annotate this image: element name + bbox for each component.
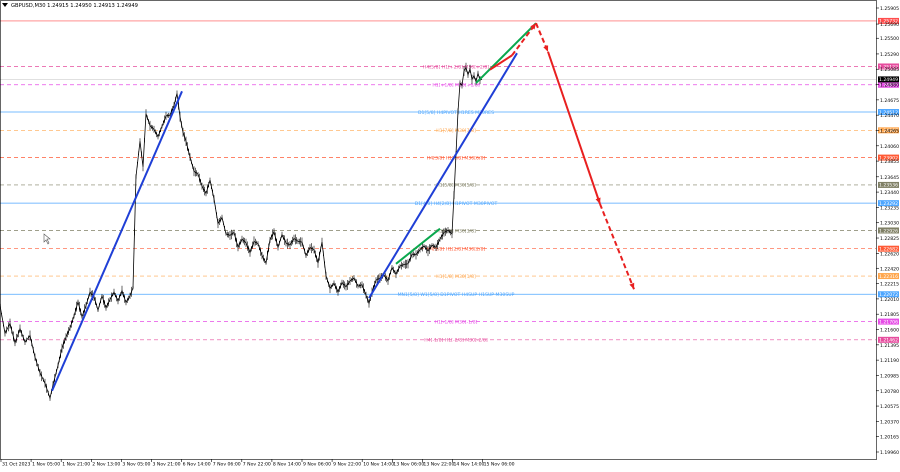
price-chart[interactable]: 1.25732H4[5/8] H1[+2/8] M30[+2/8] 1.25122… [0, 0, 900, 468]
time-tick-label: 9 Nov 06:00 [303, 462, 331, 468]
price-tick-label: 1.22215 [880, 282, 899, 288]
time-tick-label: 10 Nov 14:00 [363, 462, 394, 468]
price-tick-label: 1.20370 [880, 419, 899, 425]
level-label: H1[3/8] M30[3/8] [436, 228, 476, 234]
level-label: MN1[5/8] W1[5/8] D1PIVOT H4SUP H1SUP M30… [398, 292, 515, 298]
price-tick-label: 1.24265 [880, 128, 899, 134]
level-label: H1[+1/8] M30[+1/8] [432, 83, 480, 89]
price-tick-label: 1.21805 [880, 312, 899, 318]
time-tick-label: 31 Oct 2023 [2, 462, 30, 468]
price-tick-label: 1.25085 [880, 67, 899, 73]
price-tick-label: 1.24880 [880, 83, 899, 89]
price-tick-label: 1.22420 [880, 266, 899, 272]
price-tick-label: 1.20985 [880, 373, 899, 379]
level-price-value: 1.22926 [879, 228, 898, 234]
time-tick-label: 2 Nov 13:00 [92, 462, 120, 468]
price-tick-label: 1.25905 [880, 6, 899, 12]
time-tick-label: 7 Nov 22:00 [243, 462, 271, 468]
level-price-value: 1.23536 [879, 183, 898, 189]
price-tick-label: 1.21190 [880, 358, 899, 364]
time-tick-label: 3 Nov 21:00 [153, 462, 181, 468]
price-tick-label: 1.24675 [880, 98, 899, 104]
price-tick-label: 1.23235 [880, 205, 899, 211]
level-label: H4[-1/8] H1[-2/8] M30[-2/8] [424, 338, 488, 344]
level-price-value: 1.21462 [879, 338, 898, 344]
price-tick-label: 1.21600 [880, 328, 899, 334]
time-tick-label: 1 Nov 21:00 [62, 462, 90, 468]
time-tick-label: 8 Nov 14:00 [273, 462, 301, 468]
level-price-value: 1.22316 [879, 274, 898, 280]
time-tick-label: 9 Nov 22:00 [333, 462, 361, 468]
price-tick-label: 1.25290 [880, 52, 899, 58]
price-tick-label: 1.20780 [880, 389, 899, 395]
mt4-chart-window[interactable]: 1.25732 H4[5/8] H1[+2/8] M30[+2/8] 1.25122… [0, 0, 900, 468]
time-tick-label: 7 Nov 06:00 [213, 462, 241, 468]
time-tick-label: 15 Nov 06:00 [484, 462, 515, 468]
current-price-value: 1.24949 [879, 77, 898, 83]
time-tick-label: 6 Nov 14:00 [183, 462, 211, 468]
price-tick-label: 1.24060 [880, 144, 899, 150]
price-tick-label: 1.20575 [880, 404, 899, 410]
time-tick-label: 13 Nov 06:00 [393, 462, 424, 468]
price-tick-label: 1.24470 [880, 113, 899, 119]
price-tick-label: 1.25500 [880, 36, 899, 42]
level-price-value: 1.21706 [879, 319, 898, 325]
price-tick-label: 1.25690 [880, 22, 899, 28]
price-tick-label: 1.23855 [880, 159, 899, 165]
level-label: H1[-1/8] M30[-1/8] [435, 319, 478, 325]
time-tick-label: 13 Nov 22:00 [423, 462, 454, 468]
price-tick-label: 1.22620 [880, 251, 899, 257]
level-label: H1[1/8] M30[1/8] [436, 274, 476, 280]
price-tick-label: 1.23030 [880, 221, 899, 227]
price-tick-label: 1.21395 [880, 343, 899, 349]
price-tick-label: 1.19960 [880, 450, 899, 456]
time-tick-label: 3 Nov 05:00 [122, 462, 150, 468]
level-label: H4[5/8] H1[+2/8] M30[+2/8] [423, 64, 489, 70]
price-tick-label: 1.22010 [880, 297, 899, 303]
price-tick-label: 1.20165 [880, 435, 899, 441]
price-tick-label: 1.23645 [880, 175, 899, 181]
time-tick-label: 1 Nov 05:00 [32, 462, 60, 468]
symbol-info: GBPUSD,M30 1.24915 1.24950 1.24913 1.249… [11, 3, 138, 9]
time-tick-label: 14 Nov 14:00 [454, 462, 485, 468]
price-tick-label: 1.23440 [880, 190, 899, 196]
level-label: H1[5/8] M30[5/8] [436, 183, 476, 189]
price-tick-label: 1.22825 [880, 236, 899, 242]
